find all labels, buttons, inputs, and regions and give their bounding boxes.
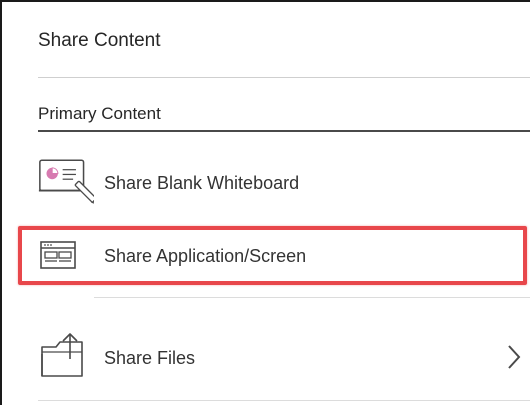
share-content-panel: Share Content Primary Content Share Blan… — [0, 0, 530, 405]
section-title-underline — [38, 130, 530, 132]
share-files-item[interactable]: Share Files — [32, 328, 530, 388]
panel-title: Share Content — [38, 30, 161, 51]
item-divider-3 — [38, 400, 530, 401]
share-files-label: Share Files — [104, 347, 196, 368]
folder-upload-icon — [32, 328, 94, 388]
header-divider — [38, 77, 530, 78]
share-blank-whiteboard-label: Share Blank Whiteboard — [104, 172, 300, 193]
share-application-screen-label: Share Application/Screen — [104, 245, 307, 266]
section-title-primary-content: Primary Content — [38, 104, 161, 123]
item-divider-2 — [94, 297, 530, 298]
whiteboard-pen-icon — [32, 153, 94, 213]
share-application-screen-item[interactable]: Share Application/Screen — [32, 226, 530, 286]
chevron-right-icon[interactable] — [506, 343, 522, 376]
panel-top-border — [2, 0, 530, 2]
application-window-icon — [32, 226, 94, 286]
share-blank-whiteboard-item[interactable]: Share Blank Whiteboard — [32, 153, 530, 213]
